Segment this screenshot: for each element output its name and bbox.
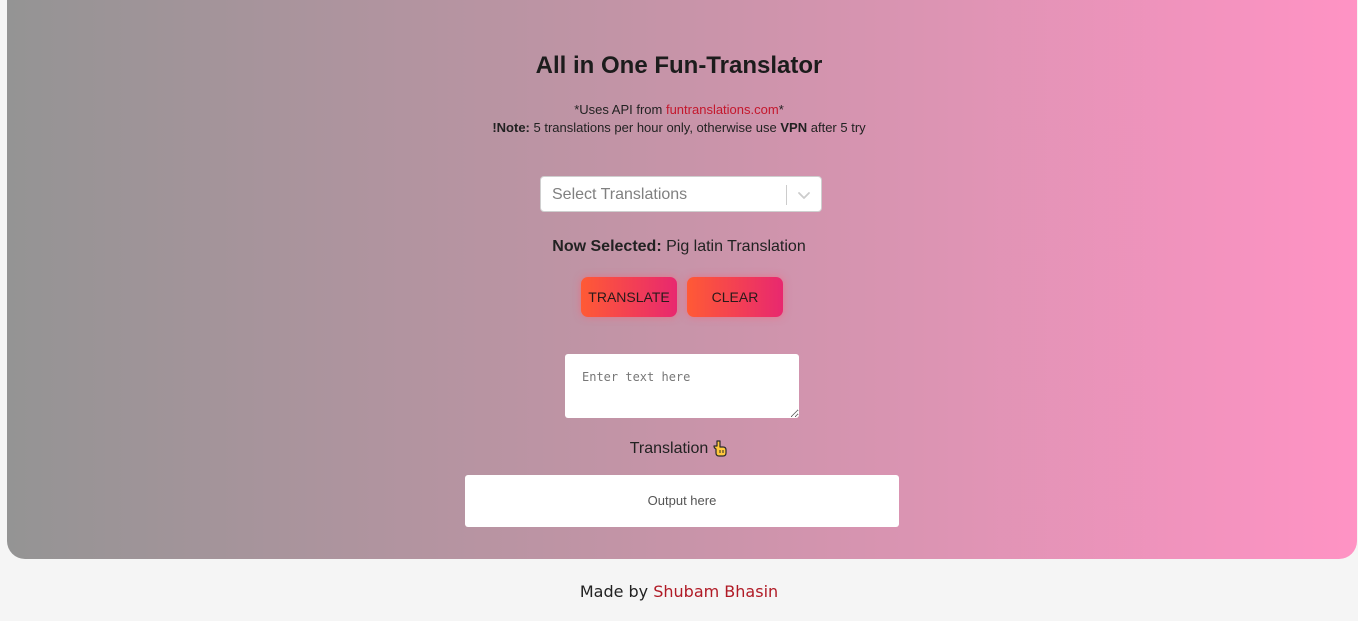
translation-heading: Translation	[0, 440, 1358, 458]
translation-select[interactable]: Select Translations	[540, 176, 822, 212]
select-separator	[786, 185, 787, 205]
pointing-down-hand-icon	[713, 440, 727, 457]
now-selected-label: Now Selected:	[552, 238, 662, 255]
now-selected-value: Pig latin Translation	[661, 238, 806, 255]
footer: Made by Shubam Bhasin	[0, 582, 1358, 601]
output-box: Output here	[465, 475, 899, 527]
note-vpn: VPN	[780, 120, 808, 135]
page-title: All in One Fun-Translator	[535, 52, 823, 79]
note-label: !Note:	[492, 120, 530, 135]
note-text-2: after 5 try	[807, 120, 866, 135]
api-credit: *Uses API from funtranslations.com*	[0, 102, 1358, 117]
clear-button[interactable]: CLEAR	[687, 277, 783, 317]
api-suffix: *	[778, 102, 784, 117]
author-link[interactable]: Shubam Bhasin	[653, 582, 778, 601]
now-selected: Now Selected: Pig latin Translation	[0, 238, 1358, 256]
select-placeholder: Select Translations	[552, 186, 688, 203]
rate-limit-note: !Note: 5 translations per hour only, oth…	[0, 120, 1358, 135]
text-input[interactable]	[565, 354, 799, 418]
api-prefix: *Uses API from	[574, 102, 666, 117]
note-text-1: 5 translations per hour only, otherwise …	[529, 120, 781, 135]
api-link[interactable]: funtranslations.com	[666, 102, 779, 117]
translation-label: Translation	[629, 440, 709, 458]
translate-button[interactable]: TRANSLATE	[581, 277, 677, 317]
footer-prefix: Made by	[579, 582, 654, 601]
chevron-down-icon[interactable]	[797, 188, 811, 202]
